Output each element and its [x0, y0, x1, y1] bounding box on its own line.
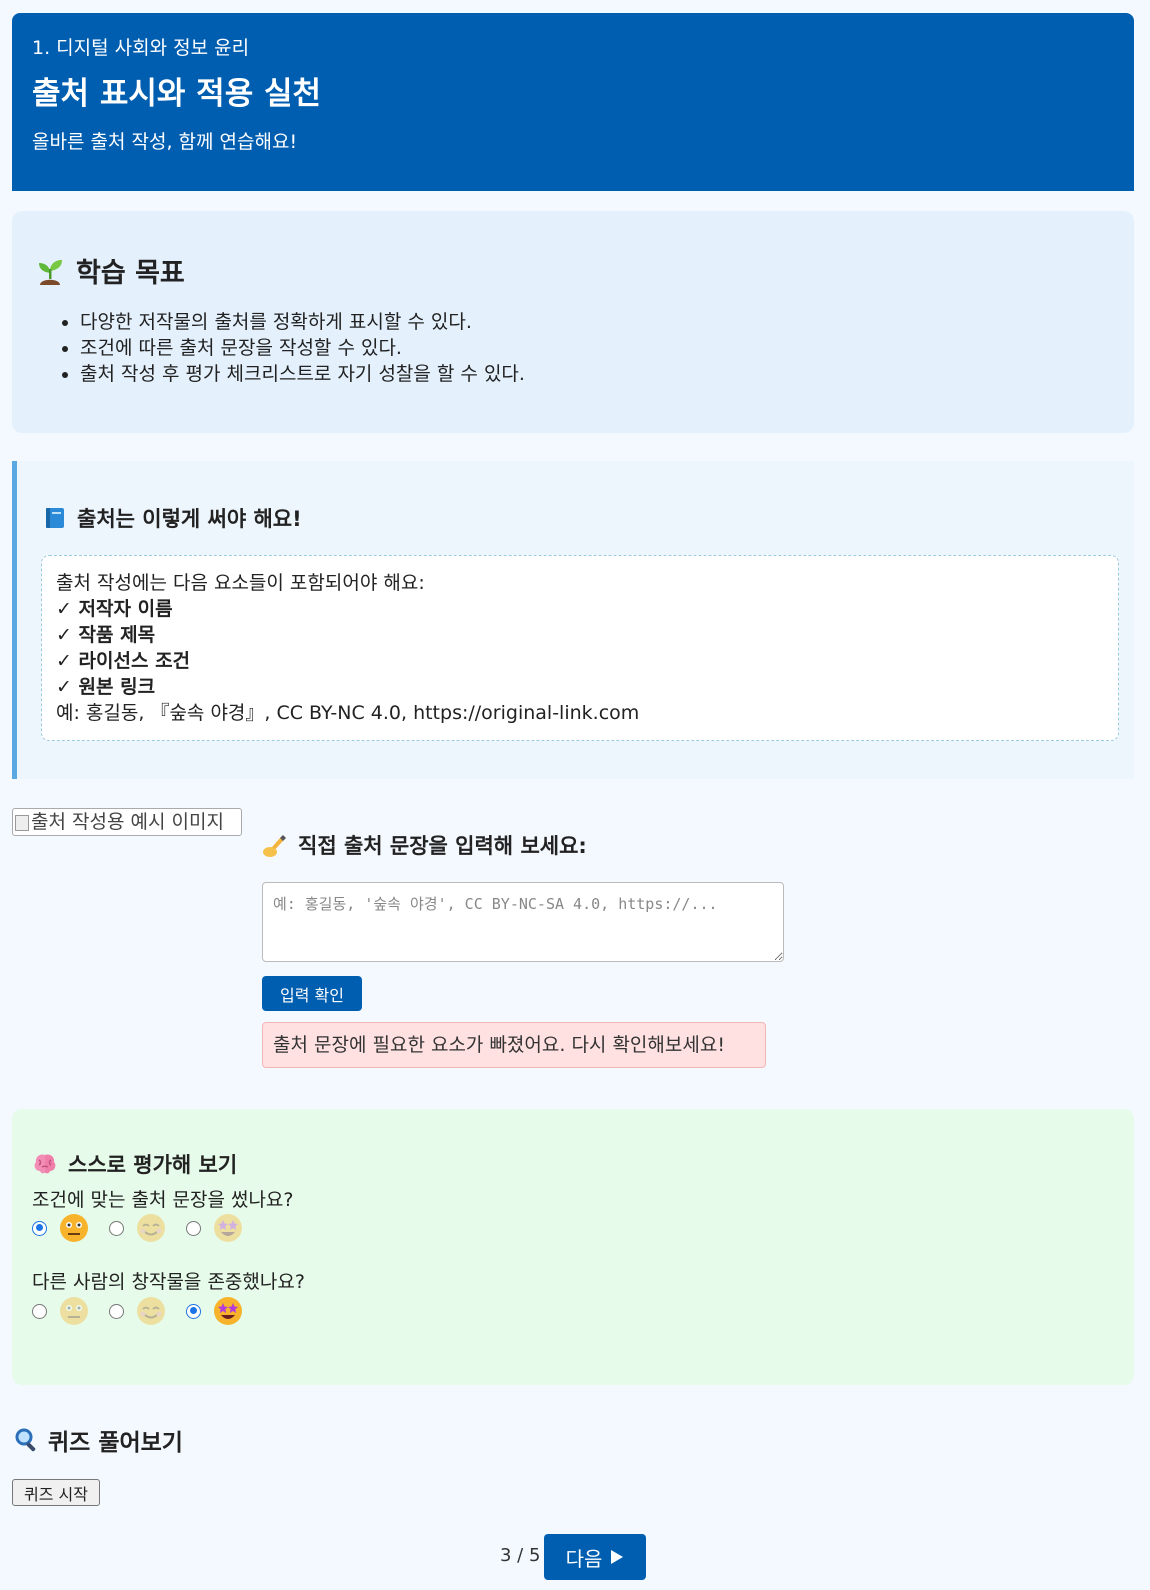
page-title: 출처 표시와 적용 실천: [32, 76, 322, 112]
pagination: 3 / 5 다음: [0, 1534, 1150, 1580]
smiling-face-icon: [137, 1297, 165, 1325]
next-button-label: 다음: [565, 1546, 603, 1571]
learning-goals-list: 다양한 저작물의 출처를 정확하게 표시할 수 있다. 조건에 따른 출처 문장…: [34, 309, 525, 387]
broken-image-icon: [15, 814, 29, 831]
citation-example: 예: 홍길동, 『숲속 야경』, CC BY-NC 4.0, https://o…: [56, 702, 640, 724]
self-assessment-title: 스스로 평가해 보기: [68, 1153, 238, 1177]
citation-guide-intro: 출처 작성에는 다음 요소들이 포함되어야 해요:: [56, 572, 425, 594]
checklist-item-title: ✓ 작품 제목: [56, 624, 156, 646]
magnifier-icon: [15, 1428, 36, 1452]
rating-option-1-smile[interactable]: [109, 1213, 166, 1243]
neutral-face-icon: [60, 1214, 88, 1242]
rating-option-2-smile[interactable]: [109, 1296, 166, 1326]
self-assessment-section: 스스로 평가해 보기 조건에 맞는 출처 문장을 썼나요? 다른 사람의 창작물…: [12, 1109, 1134, 1385]
assessment-options-1: [32, 1213, 263, 1243]
confirm-input-button[interactable]: 입력 확인: [262, 976, 362, 1011]
citation-input-title: 직접 출처 문장을 입력해 보세요:: [298, 834, 587, 858]
example-image: 출처 작성용 예시 이미지: [12, 808, 242, 836]
rating-option-1-star[interactable]: [186, 1213, 243, 1243]
star-struck-face-icon: [214, 1214, 242, 1242]
citation-guide-box: 출처 작성에는 다음 요소들이 포함되어야 해요: ✓ 저작자 이름 ✓ 작품 …: [41, 555, 1119, 741]
self-assessment-heading: 스스로 평가해 보기: [32, 1149, 237, 1179]
learning-goals-title: 학습 목표: [76, 258, 185, 289]
citation-guide-heading: 출처는 이렇게 써야 해요!: [43, 503, 302, 533]
page-subtitle: 올바른 출처 작성, 함께 연습해요!: [32, 131, 298, 153]
neutral-face-icon: [60, 1297, 88, 1325]
assessment-question-1: 조건에 맞는 출처 문장을 썼나요?: [32, 1189, 294, 1211]
blue-book-icon: [46, 508, 64, 528]
learning-goals-heading: 학습 목표: [34, 251, 185, 290]
list-item: 출처 작성 후 평가 체크리스트로 자기 성찰을 할 수 있다.: [80, 361, 525, 387]
next-button[interactable]: 다음: [544, 1534, 646, 1580]
citation-input[interactable]: [262, 882, 784, 962]
chapter-label: 1. 디지털 사회와 정보 윤리: [32, 37, 250, 59]
radio-button[interactable]: [109, 1220, 124, 1236]
citation-input-heading: 직접 출처 문장을 입력해 보세요:: [262, 830, 587, 860]
feedback-message: 출처 문장에 필요한 요소가 빠졌어요. 다시 확인해보세요!: [262, 1022, 766, 1068]
radio-button[interactable]: [109, 1303, 124, 1319]
example-image-alt: 출처 작성용 예시 이미지: [31, 811, 224, 833]
checklist-item-license: ✓ 라이선스 조건: [56, 650, 191, 672]
radio-button[interactable]: [32, 1220, 47, 1236]
page-counter: 3 / 5: [500, 1545, 541, 1566]
writing-hand-icon: [263, 835, 286, 857]
assessment-question-2: 다른 사람의 창작물을 존중했나요?: [32, 1271, 305, 1293]
list-item: 다양한 저작물의 출처를 정확하게 표시할 수 있다.: [80, 309, 525, 335]
rating-option-1-neutral[interactable]: [32, 1213, 89, 1243]
star-struck-face-icon: [214, 1297, 242, 1325]
checklist-item-link: ✓ 원본 링크: [56, 676, 156, 698]
rating-option-2-star[interactable]: [186, 1296, 243, 1326]
radio-button[interactable]: [186, 1303, 201, 1319]
citation-guide-section: 출처는 이렇게 써야 해요! 출처 작성에는 다음 요소들이 포함되어야 해요:…: [12, 461, 1134, 779]
learning-goals-section: 학습 목표 다양한 저작물의 출처를 정확하게 표시할 수 있다. 조건에 따른…: [12, 211, 1134, 433]
brain-icon: [34, 1154, 56, 1174]
radio-button[interactable]: [32, 1303, 47, 1319]
smiling-face-icon: [137, 1214, 165, 1242]
play-arrow-icon: [611, 1550, 624, 1564]
citation-guide-title: 출처는 이렇게 써야 해요!: [77, 507, 302, 531]
seedling-icon: [39, 259, 62, 285]
quiz-heading: 퀴즈 풀어보기: [14, 1423, 183, 1457]
list-item: 조건에 따른 출처 문장을 작성할 수 있다.: [80, 335, 525, 361]
quiz-title: 퀴즈 풀어보기: [48, 1430, 183, 1456]
rating-option-2-neutral[interactable]: [32, 1296, 89, 1326]
assessment-options-2: [32, 1296, 263, 1326]
checklist-item-author: ✓ 저작자 이름: [56, 598, 173, 620]
page-header: 1. 디지털 사회와 정보 윤리 출처 표시와 적용 실천 올바른 출처 작성,…: [12, 13, 1134, 191]
radio-button[interactable]: [186, 1220, 201, 1236]
quiz-start-button[interactable]: 퀴즈 시작: [12, 1479, 100, 1506]
